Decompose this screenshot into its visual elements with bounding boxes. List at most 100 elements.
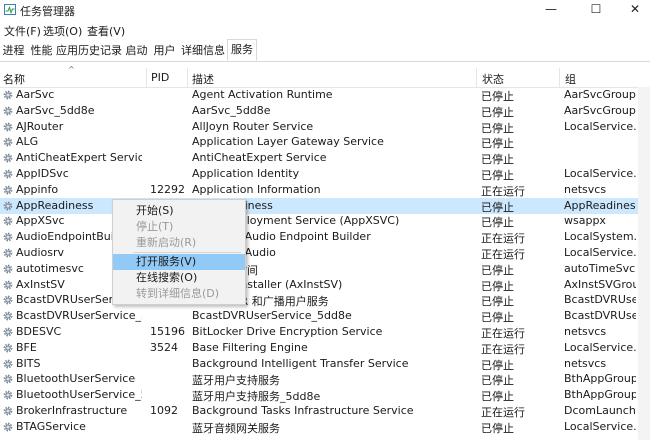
service-row[interactable]: BcastDVRUserService GameDVR 和广播用户服务 已停止 Bca… xyxy=(0,292,650,308)
service-row[interactable]: AarSvc Agent Activation Runtime 已停止 AarSvcG… xyxy=(0,87,650,103)
tab-users[interactable]: 用户 xyxy=(151,42,178,60)
service-name: ALG xyxy=(16,135,39,149)
service-group: LocalService... xyxy=(564,119,636,133)
service-row[interactable]: AudioEndpointBuilder Windows Audio Endpoi… xyxy=(0,229,650,245)
service-status: 已停止 xyxy=(481,105,514,119)
column-group[interactable]: 组 xyxy=(565,71,576,87)
service-description: Application Identity xyxy=(192,167,300,180)
service-row[interactable]: AarSvc_5dd8e AarSvc_5dd8e 已停止 AarSvcGroup xyxy=(0,103,650,119)
service-group: LocalSystem... xyxy=(564,230,636,244)
maximize-button[interactable]: ☐ xyxy=(576,0,616,20)
minimize-button[interactable]: — xyxy=(531,0,571,20)
service-row[interactable]: AxInstSV ActiveX Installer (AxInstSV) 已停止 A… xyxy=(0,277,650,293)
service-status: 已停止 xyxy=(481,121,514,135)
menu-options[interactable]: 选项(O) xyxy=(43,23,82,39)
service-gear-icon xyxy=(3,311,13,321)
service-gear-icon xyxy=(3,232,13,242)
service-gear-icon xyxy=(3,359,13,368)
service-gear-icon xyxy=(3,343,13,353)
service-group: LocalService... xyxy=(564,167,636,180)
service-group: LocalService... xyxy=(564,419,636,433)
column-pid[interactable]: PID xyxy=(151,71,169,84)
service-name: BDESVC xyxy=(16,325,62,338)
ctx-restart[interactable]: 重新启动(R) xyxy=(113,235,245,251)
service-status: 正在运行 xyxy=(481,184,525,198)
service-status: 正在运行 xyxy=(481,327,525,340)
service-status: 已停止 xyxy=(481,216,514,230)
service-gear-icon xyxy=(3,122,13,131)
service-row[interactable]: AppXSvc AppX Deployment Service (AppXSVC)… xyxy=(0,213,650,229)
ctx-search-online[interactable]: 在线搜索(O) xyxy=(113,270,245,286)
service-row[interactable]: BluetoothUserService 蓝牙用户支持服务 已停止 BthAppGro… xyxy=(0,371,650,387)
tab-processes[interactable]: 进程 xyxy=(0,42,27,60)
service-gear-icon xyxy=(3,185,13,195)
service-row[interactable]: AppReadinessApp Readiness已停止AppReadiness xyxy=(0,197,650,214)
ctx-go-to-details[interactable]: 转到详细信息(D) xyxy=(113,286,245,302)
tab-performance[interactable]: 性能 xyxy=(28,42,55,60)
column-divider[interactable] xyxy=(187,68,188,87)
ctx-open-services[interactable]: 打开服务(V) xyxy=(113,254,245,270)
column-divider[interactable] xyxy=(559,68,560,87)
service-status: 正在运行 xyxy=(481,232,525,246)
service-group: AarSvcGroup xyxy=(564,88,636,101)
service-row[interactable]: autotimesvc手机网络时间已停止autoTimeSvc xyxy=(0,261,650,277)
service-row[interactable]: Appinfo 12292 Application Information 正在运行 n… xyxy=(0,182,650,198)
service-gear-icon xyxy=(3,248,13,258)
service-group: netsvcs xyxy=(564,325,607,338)
service-description: Base Filtering Engine xyxy=(192,340,308,354)
service-name: AppIDSvc xyxy=(16,167,69,180)
services-list: AarSvc Agent Activation Runtime 已停止 AarSvcG… xyxy=(0,87,650,440)
service-description: 蓝牙用户支持服务 xyxy=(192,374,280,388)
service-status: 已停止 xyxy=(481,90,514,103)
service-description: BitLocker Drive Encryption Service xyxy=(192,325,383,338)
service-group: LocalService... xyxy=(564,340,636,354)
ctx-start[interactable]: 开始(S) xyxy=(113,203,245,219)
service-description: AntiCheatExpert Service xyxy=(192,151,327,165)
service-status: 已停止 xyxy=(481,200,514,214)
column-description[interactable]: 描述 xyxy=(192,71,214,87)
tab-services[interactable]: 服务 xyxy=(227,39,257,61)
vertical-scrollbar[interactable] xyxy=(638,87,650,440)
context-menu: 开始(S) 停止(T) 重新启动(R) 打开服务(V) 在线搜索(O) 转到详细信息(D) xyxy=(112,199,246,305)
service-description: Application Information xyxy=(192,182,321,196)
service-row[interactable]: BFE 3524 Base Filtering Engine 正在运行 LocalSer… xyxy=(0,340,650,356)
service-gear-icon xyxy=(3,216,13,226)
service-row[interactable]: BTAGService 蓝牙音频网关服务 已停止 LocalService... xyxy=(0,419,650,435)
menu-view[interactable]: 查看(V) xyxy=(87,23,125,39)
ctx-stop[interactable]: 停止(T) xyxy=(113,219,245,235)
service-status: 已停止 xyxy=(481,295,514,309)
service-description: BcastDVRUserService_5dd8e xyxy=(192,309,352,323)
service-row[interactable]: AntiCheatExpert Service AntiCheatExpert S… xyxy=(0,150,650,166)
service-name: BITS xyxy=(16,356,41,370)
menu-file[interactable]: 文件(F) xyxy=(4,23,41,39)
service-row[interactable]: AudiosrvWindows Audio正在运行LocalService... xyxy=(0,245,650,261)
service-row[interactable]: ALG Application Layer Gateway Service 已停止 xyxy=(0,134,650,150)
service-row[interactable]: BcastDVRUserService_5dd8e BcastDVRUserSer… xyxy=(0,308,650,324)
service-group: AxInstSVGroup xyxy=(564,277,636,291)
tab-startup[interactable]: 启动 xyxy=(123,42,150,60)
service-pid: 12292 xyxy=(150,182,185,196)
column-status[interactable]: 状态 xyxy=(482,71,504,87)
service-status: 正在运行 xyxy=(481,406,525,419)
close-button[interactable]: ✕ xyxy=(615,0,650,20)
service-row[interactable]: AppIDSvc Application Identity 已停止 LocalServ… xyxy=(0,166,650,182)
tab-bar: 进程 性能 应用历史记录 启动 用户 详细信息 服务 xyxy=(0,38,650,62)
service-row[interactable]: BluetoothUserService_5d... 蓝牙用户支持服务_5dd8e… xyxy=(0,387,650,403)
tab-details[interactable]: 详细信息 xyxy=(179,42,227,60)
service-status: 已停止 xyxy=(481,421,514,435)
service-gear-icon xyxy=(3,106,13,116)
service-status: 已停止 xyxy=(481,169,514,182)
column-name[interactable]: 名称 xyxy=(3,71,25,87)
service-row[interactable]: AJRouter AllJoyn Router Service 已停止 LocalSe… xyxy=(0,119,650,135)
service-status: 已停止 xyxy=(481,263,514,277)
column-divider[interactable] xyxy=(476,68,477,87)
service-row[interactable]: BrokerInfrastructure 1092 Background Tasks… xyxy=(0,403,650,419)
service-gear-icon xyxy=(3,137,13,147)
service-status: 已停止 xyxy=(481,390,514,404)
service-description: AarSvc_5dd8e xyxy=(192,103,271,117)
service-row[interactable]: BITS Background Intelligent Transfer Serv… xyxy=(0,356,650,372)
tab-app-history[interactable]: 应用历史记录 xyxy=(56,42,122,60)
service-row[interactable]: BDESVC 15196 BitLocker Drive Encryption Se… xyxy=(0,324,650,340)
column-divider[interactable] xyxy=(146,68,147,87)
service-name: AJRouter xyxy=(16,119,64,133)
